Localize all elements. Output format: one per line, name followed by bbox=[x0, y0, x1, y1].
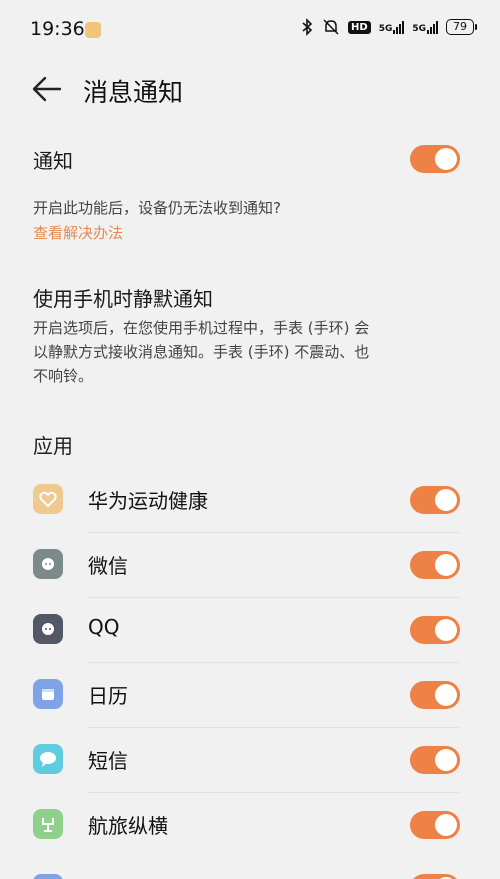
app-toggle[interactable] bbox=[410, 811, 460, 839]
signal-icon bbox=[427, 20, 438, 34]
app-row-calendar[interactable]: 日历 bbox=[0, 663, 500, 728]
help-link[interactable]: 查看解决办法 bbox=[33, 222, 123, 243]
calendar-icon bbox=[33, 679, 63, 709]
page-title: 消息通知 bbox=[83, 78, 184, 107]
app-toggle[interactable] bbox=[410, 551, 460, 579]
app-label: 航旅纵横 bbox=[88, 814, 168, 838]
app-row-sms[interactable]: 短信 bbox=[0, 728, 500, 793]
silent-description-line2: 以静默方式接收消息通知。手表 (手环) 不震动、也 bbox=[33, 343, 370, 361]
back-arrow-icon[interactable] bbox=[30, 74, 64, 104]
app-label: QQ bbox=[88, 615, 120, 639]
5g-label: 5G bbox=[412, 24, 426, 34]
battery-indicator: 79 bbox=[446, 19, 477, 35]
app-row-travel[interactable]: 航旅纵横 bbox=[0, 793, 500, 858]
app-toggle[interactable] bbox=[410, 746, 460, 774]
hd-badge: HD bbox=[348, 20, 371, 34]
wechat-icon bbox=[33, 549, 63, 579]
notify-label: 通知 bbox=[33, 149, 73, 173]
signal-icon bbox=[393, 20, 405, 34]
5g-label: 5G bbox=[378, 24, 393, 34]
qq-icon bbox=[33, 614, 63, 644]
bluetooth-icon bbox=[302, 18, 313, 36]
silent-description-line3: 不响铃。 bbox=[33, 367, 94, 385]
app-label: 日历 bbox=[88, 684, 128, 708]
app-toggle[interactable] bbox=[410, 874, 460, 879]
app-toggle[interactable] bbox=[410, 616, 460, 644]
app-row-qq[interactable]: QQ bbox=[0, 598, 500, 663]
app-toggle[interactable] bbox=[410, 486, 460, 514]
status-icons: HD 5G 5G 79 bbox=[300, 18, 477, 36]
app-row-wechat[interactable]: 微信 bbox=[0, 533, 500, 598]
app-label: 微信 bbox=[88, 554, 128, 578]
silent-description-line1: 开启选项后，在您使用手机过程中，手表 (手环) 会 bbox=[33, 319, 370, 337]
health-notification-icon bbox=[85, 22, 101, 38]
status-time: 19:36 bbox=[30, 18, 85, 40]
sms-icon bbox=[33, 744, 63, 774]
huawei-health-icon bbox=[33, 484, 63, 514]
status-bar: 19:36 HD 5G 5G 79 bbox=[0, 0, 500, 60]
notify-toggle[interactable] bbox=[410, 145, 460, 173]
app-label: 短信 bbox=[88, 749, 128, 773]
app-label: 华为运动健康 bbox=[88, 489, 208, 513]
app-toggle[interactable] bbox=[410, 681, 460, 709]
app-row-huawei-health[interactable]: 华为运动健康 bbox=[0, 468, 500, 533]
silent-notify-title[interactable]: 使用手机时静默通知 bbox=[33, 283, 213, 312]
travel-app-icon bbox=[33, 809, 63, 839]
notify-description: 开启此功能后，设备仍无法收到通知? bbox=[33, 199, 281, 217]
app-icon bbox=[33, 874, 63, 879]
app-row-partial[interactable] bbox=[0, 858, 500, 879]
header: 消息通知 bbox=[0, 62, 500, 118]
apps-section-title: 应用 bbox=[33, 434, 73, 458]
mute-bell-icon bbox=[323, 19, 339, 35]
